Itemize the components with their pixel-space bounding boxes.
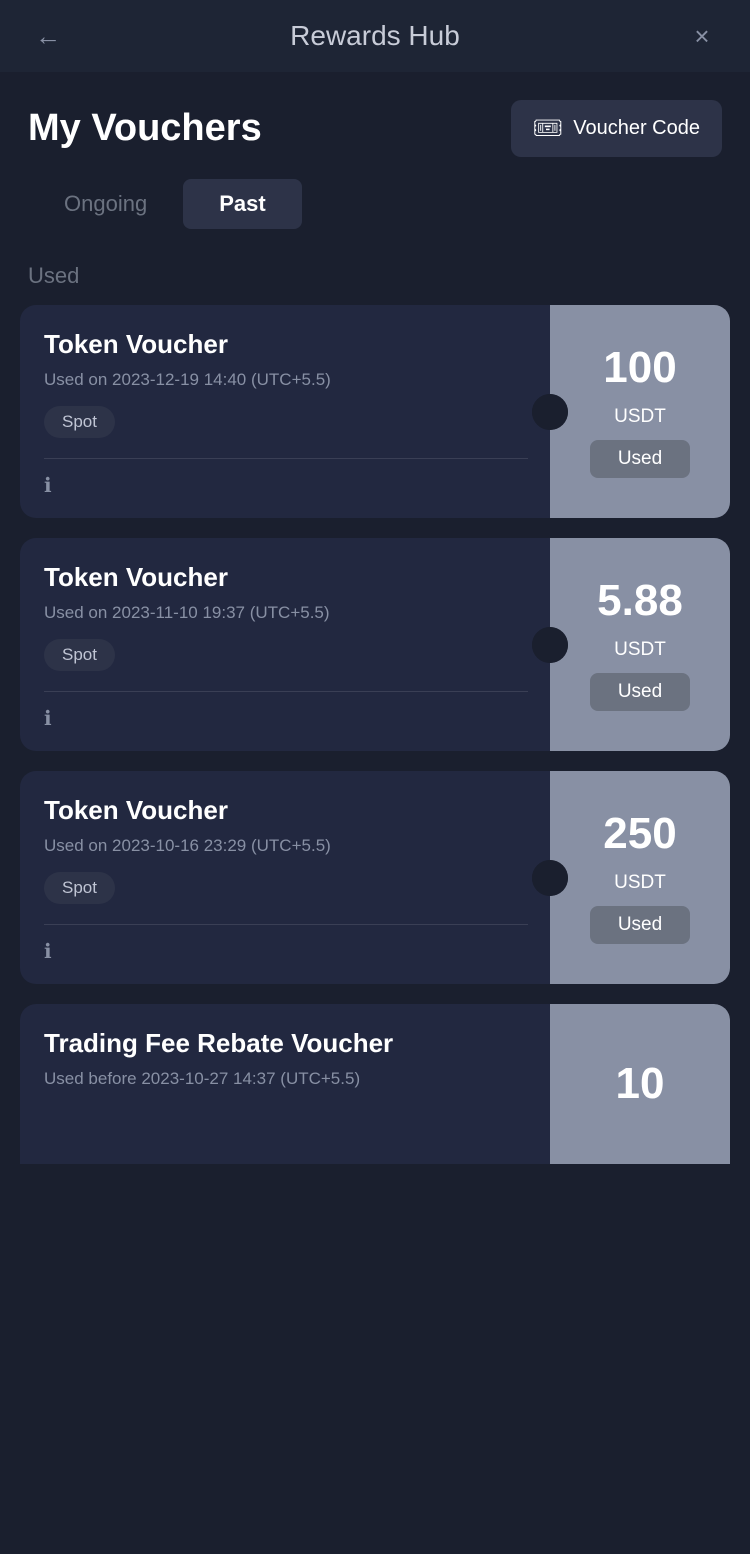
section-used-label: Used <box>0 251 750 305</box>
card-currency-1: USDT <box>614 406 666 428</box>
voucher-card-4: Trading Fee Rebate Voucher Used before 2… <box>20 1004 730 1164</box>
card-currency-2: USDT <box>614 639 666 661</box>
info-icon-1[interactable]: ℹ <box>44 475 52 497</box>
voucher-card-3: Token Voucher Used on 2023-10-16 23:29 (… <box>20 771 730 984</box>
header: ← Rewards Hub × <box>0 0 750 72</box>
card-amount-2: 5.88 <box>597 579 683 623</box>
voucher-code-button[interactable]: 🎟 Voucher Code <box>511 100 722 157</box>
card-left-1: Token Voucher Used on 2023-12-19 14:40 (… <box>20 305 550 518</box>
card-name-2: Token Voucher <box>44 562 528 593</box>
card-date-3: Used on 2023-10-16 23:29 (UTC+5.5) <box>44 836 528 856</box>
header-title: Rewards Hub <box>68 20 682 52</box>
card-divider-2 <box>44 691 528 692</box>
voucher-icon: 🎟 <box>533 114 563 143</box>
vouchers-header: My Vouchers 🎟 Voucher Code <box>0 72 750 179</box>
card-amount-3: 250 <box>603 812 676 856</box>
vouchers-list: Token Voucher Used on 2023-12-19 14:40 (… <box>0 305 750 1184</box>
card-name-1: Token Voucher <box>44 329 528 360</box>
page-title: My Vouchers <box>28 107 262 150</box>
card-divider-1 <box>44 458 528 459</box>
voucher-card-1: Token Voucher Used on 2023-12-19 14:40 (… <box>20 305 730 518</box>
tabs-container: Ongoing Past <box>0 179 750 251</box>
info-icon-3[interactable]: ℹ <box>44 941 52 963</box>
card-amount-1: 100 <box>603 346 676 390</box>
card-tag-2: Spot <box>44 639 115 671</box>
card-status-3: Used <box>590 906 690 944</box>
card-name-3: Token Voucher <box>44 795 528 826</box>
card-right-3: 250 USDT Used <box>550 771 730 984</box>
tab-ongoing[interactable]: Ongoing <box>28 179 183 229</box>
card-tag-1: Spot <box>44 406 115 438</box>
card-date-4: Used before 2023-10-27 14:37 (UTC+5.5) <box>44 1069 528 1089</box>
card-status-1: Used <box>590 440 690 478</box>
card-status-2: Used <box>590 673 690 711</box>
voucher-code-label: Voucher Code <box>573 117 700 140</box>
card-left-2: Token Voucher Used on 2023-11-10 19:37 (… <box>20 538 550 751</box>
card-tag-3: Spot <box>44 872 115 904</box>
tab-past[interactable]: Past <box>183 179 301 229</box>
card-divider-3 <box>44 924 528 925</box>
info-icon-2[interactable]: ℹ <box>44 708 52 730</box>
voucher-card-2: Token Voucher Used on 2023-11-10 19:37 (… <box>20 538 730 751</box>
card-right-2: 5.88 USDT Used <box>550 538 730 751</box>
card-date-1: Used on 2023-12-19 14:40 (UTC+5.5) <box>44 370 528 390</box>
card-right-1: 100 USDT Used <box>550 305 730 518</box>
close-button[interactable]: × <box>682 21 722 52</box>
back-button[interactable]: ← <box>28 21 68 52</box>
card-right-4: 10 <box>550 1004 730 1164</box>
card-name-4: Trading Fee Rebate Voucher <box>44 1028 528 1059</box>
card-left-4: Trading Fee Rebate Voucher Used before 2… <box>20 1004 550 1164</box>
card-amount-4: 10 <box>616 1062 665 1106</box>
card-left-3: Token Voucher Used on 2023-10-16 23:29 (… <box>20 771 550 984</box>
card-date-2: Used on 2023-11-10 19:37 (UTC+5.5) <box>44 603 528 623</box>
card-currency-3: USDT <box>614 872 666 894</box>
